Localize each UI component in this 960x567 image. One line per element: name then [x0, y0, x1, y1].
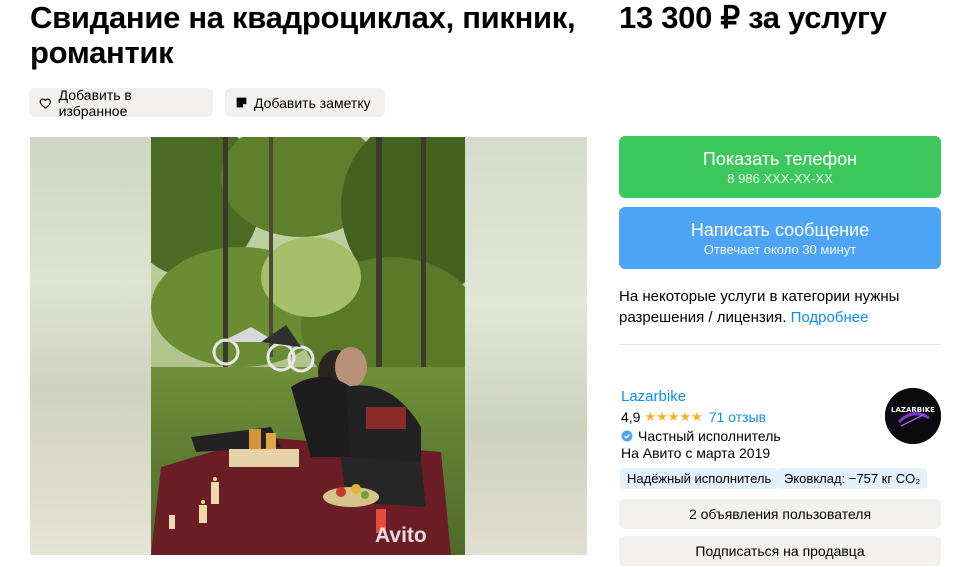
star-icons: ★★★★★	[644, 409, 703, 424]
write-message-label: Написать сообщение	[690, 219, 870, 240]
subscribe-button[interactable]: Подписаться на продавца	[619, 536, 941, 566]
listing-price: 13 300 ₽ за услугу	[619, 0, 887, 35]
add-to-favorites-button[interactable]: Добавить в избранное	[29, 86, 213, 119]
seller-ads-button[interactable]: 2 объявления пользователя	[619, 499, 941, 529]
note-icon	[236, 97, 247, 108]
seller-avatar[interactable]: LAZARBIKE	[885, 388, 941, 444]
add-note-label: Добавить заметку	[254, 94, 371, 111]
avito-watermark: Avito	[375, 524, 427, 547]
seller-type-label: Частный исполнитель	[638, 428, 781, 444]
add-note-button[interactable]: Добавить заметку	[225, 88, 385, 117]
more-info-link[interactable]: Подробнее	[791, 309, 869, 326]
seller-type: Частный исполнитель	[621, 428, 781, 444]
seller-since: На Авито с марта 2019	[621, 445, 771, 461]
license-notice: На некоторые услуги в категории нужны ра…	[619, 286, 941, 328]
add-to-favorites-label: Добавить в избранное	[58, 86, 132, 119]
divider	[619, 344, 941, 345]
reviews-link[interactable]: 71 отзыв	[709, 409, 766, 425]
listing-photo[interactable]	[151, 137, 465, 555]
rating-value: 4,9	[621, 409, 641, 425]
show-phone-label: Показать телефон	[702, 148, 858, 169]
gallery-blur-right	[465, 137, 587, 555]
masked-phone: 8 986 XXX-XX-XX	[727, 170, 833, 186]
seller-rating: 4,9 ★★★★★ 71 отзыв	[621, 409, 766, 425]
reliable-badge[interactable]: Надёжный исполнитель	[620, 468, 779, 489]
eco-badge[interactable]: Эковклад: −757 кг CO₂	[777, 468, 928, 489]
heart-icon	[39, 97, 51, 109]
gallery-blur-left	[30, 137, 152, 555]
write-message-button[interactable]: Написать сообщение Отвечает около 30 мин…	[619, 207, 941, 269]
avatar-logo-text: LAZARBIKE	[891, 406, 935, 414]
show-phone-button[interactable]: Показать телефон 8 986 XXX-XX-XX	[619, 136, 941, 198]
listing-title: Свидание на квадроциклах, пикник, романт…	[30, 0, 576, 70]
seller-name-link[interactable]: Lazarbike	[621, 388, 686, 405]
response-time: Отвечает около 30 минут	[703, 241, 857, 257]
seller-logo: LAZARBIKE	[885, 388, 941, 444]
verified-check-icon	[621, 430, 633, 442]
photo-gallery[interactable]: Avito	[30, 137, 587, 555]
